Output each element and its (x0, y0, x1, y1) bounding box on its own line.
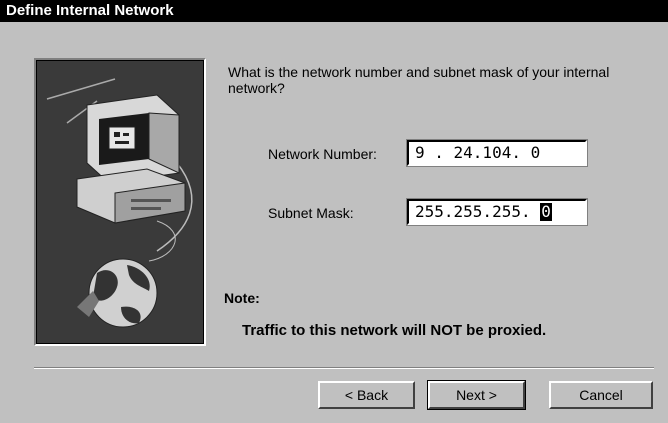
cancel-button[interactable]: Cancel (549, 381, 653, 409)
next-button[interactable]: Next > (427, 380, 526, 410)
network-number-input[interactable]: 9 . 24.104. 0 (406, 139, 588, 167)
back-button[interactable]: < Back (318, 381, 415, 409)
note-label: Note: (224, 290, 260, 306)
subnet-mask-label: Subnet Mask: (268, 205, 354, 221)
wizard-illustration (34, 58, 206, 346)
window-title: Define Internal Network (0, 0, 668, 22)
subnet-mask-selected-octet: 0 (540, 202, 552, 221)
network-number-label: Network Number: (268, 146, 377, 162)
subnet-mask-input[interactable]: 255.255.255. 0 (406, 198, 588, 226)
question-text: What is the network number and subnet ma… (228, 64, 610, 96)
note-text: Traffic to this network will NOT be prox… (242, 322, 547, 339)
computer-globe-icon (46, 78, 193, 328)
subnet-mask-value: 255.255.255. (415, 202, 541, 221)
button-separator (34, 367, 654, 369)
